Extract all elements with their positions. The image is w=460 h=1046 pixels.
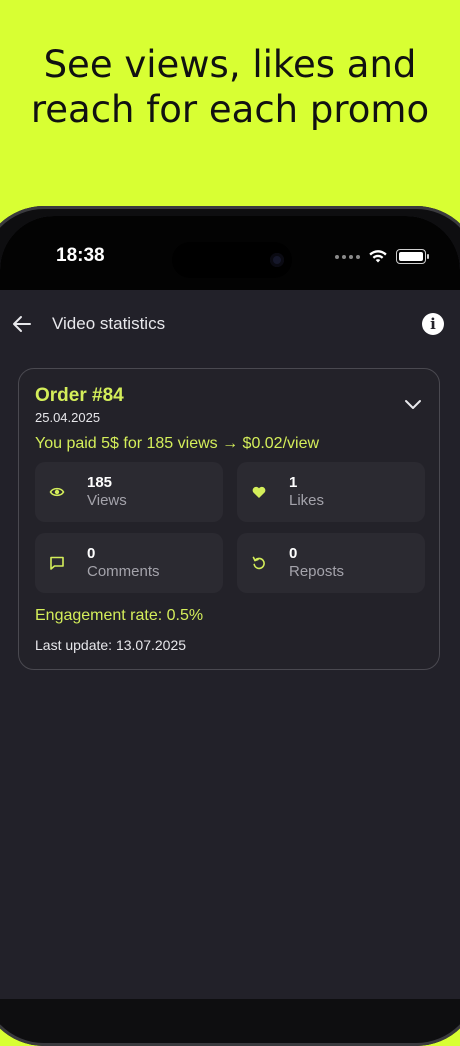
stat-label: Reposts — [289, 563, 345, 580]
heart-icon — [252, 486, 266, 498]
stat-label: Views — [87, 492, 127, 509]
stat-comments: 0 Comments — [35, 533, 223, 593]
cellular-signal-icon — [335, 254, 360, 259]
camera-icon — [270, 253, 284, 267]
info-icon[interactable]: i — [422, 313, 444, 335]
app-screen: 18:38 Video statistics i Order #84 25.04… — [0, 216, 460, 999]
stat-reposts: 0 Reposts — [237, 533, 425, 593]
repost-icon — [252, 556, 265, 570]
stat-value: 1 — [289, 474, 298, 491]
cost-summary: You paid 5$ for 185 views → $0.02/view — [35, 435, 320, 452]
wifi-icon — [369, 250, 387, 263]
stat-label: Comments — [87, 563, 160, 580]
battery-icon — [396, 249, 429, 264]
app-header: Video statistics i — [0, 290, 460, 360]
comment-icon — [50, 556, 64, 570]
eye-icon — [49, 487, 65, 497]
status-time: 18:38 — [56, 245, 105, 266]
stat-value: 0 — [289, 545, 298, 562]
stat-likes: 1 Likes — [237, 462, 425, 522]
back-arrow-icon[interactable] — [10, 312, 34, 336]
order-title: Order #84 — [35, 385, 124, 406]
chevron-down-icon[interactable] — [403, 397, 423, 413]
last-update: Last update: 13.07.2025 — [35, 637, 187, 653]
order-card: Order #84 25.04.2025 You paid 5$ for 185… — [18, 368, 440, 670]
order-date: 25.04.2025 — [35, 410, 101, 425]
stat-label: Likes — [289, 492, 325, 509]
dynamic-island — [172, 242, 292, 278]
stat-value: 0 — [87, 545, 96, 562]
status-bar: 18:38 — [0, 216, 460, 290]
engagement-rate: Engagement rate: 0.5% — [35, 607, 204, 624]
status-icons — [335, 249, 429, 264]
stat-value: 185 — [87, 474, 113, 491]
promo-headline: See views, likes and reach for each prom… — [30, 43, 430, 131]
page-title: Video statistics — [52, 314, 166, 333]
stat-views: 185 Views — [35, 462, 223, 522]
